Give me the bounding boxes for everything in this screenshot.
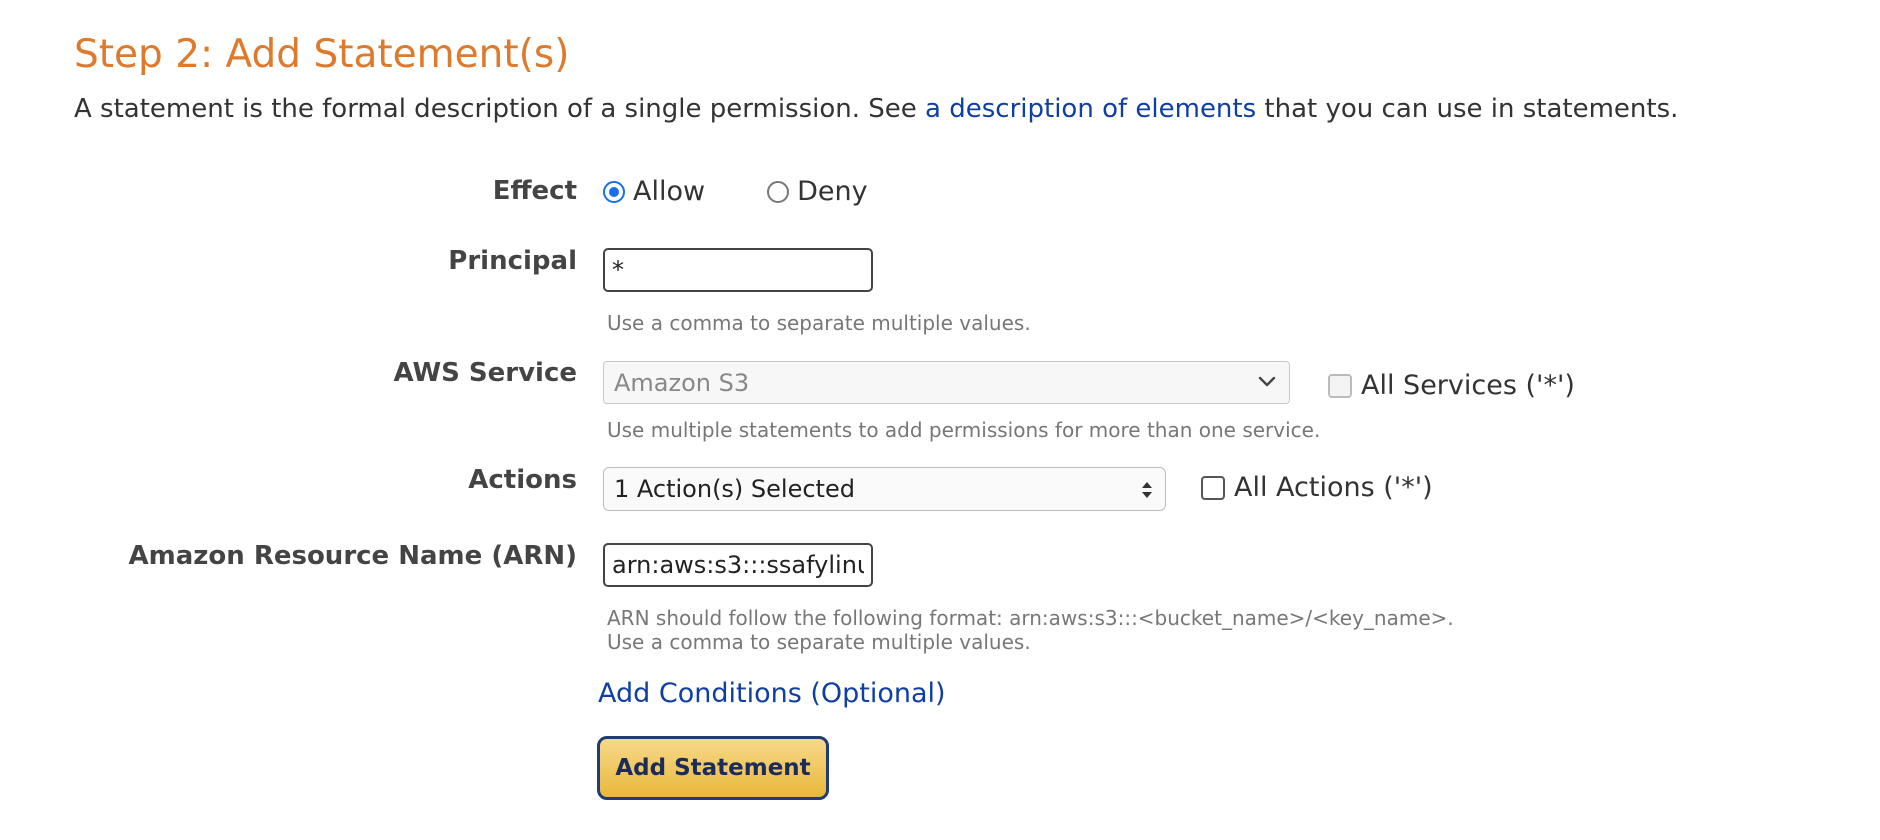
page-title: Step 2: Add Statement(s) xyxy=(74,32,570,77)
actions-label: Actions xyxy=(468,465,577,495)
arn-hint-format: ARN should follow the following format: … xyxy=(607,606,1454,630)
all-services-checkbox-row[interactable]: All Services ('*') xyxy=(1328,370,1575,401)
all-services-label[interactable]: All Services ('*') xyxy=(1361,370,1575,401)
add-statement-button[interactable]: Add Statement xyxy=(597,736,829,800)
effect-label: Effect xyxy=(492,176,577,206)
arn-label: Amazon Resource Name (ARN) xyxy=(128,541,578,571)
aws-service-hint: Use multiple statements to add permissio… xyxy=(607,418,1321,442)
effect-deny-radio[interactable] xyxy=(767,180,790,203)
effect-deny-label[interactable]: Deny xyxy=(797,176,868,207)
effect-allow-radio[interactable] xyxy=(603,180,625,203)
chevron-down-icon xyxy=(1258,376,1276,387)
aws-service-label: AWS Service xyxy=(393,358,578,388)
elements-description-link[interactable]: a description of elements xyxy=(925,94,1256,124)
aws-service-selected-value: Amazon S3 xyxy=(614,368,750,397)
all-actions-checkbox[interactable] xyxy=(1201,475,1225,500)
all-services-checkbox[interactable] xyxy=(1328,373,1352,398)
intro-text: A statement is the formal description of… xyxy=(74,94,1678,124)
arn-hint-comma: Use a comma to separate multiple values. xyxy=(607,630,1031,654)
effect-allow-label[interactable]: Allow xyxy=(633,176,705,207)
intro-text-before: A statement is the formal description of… xyxy=(74,94,926,124)
principal-input[interactable] xyxy=(603,248,873,292)
actions-selected-value: 1 Action(s) Selected xyxy=(614,475,855,503)
all-actions-label[interactable]: All Actions ('*') xyxy=(1234,472,1433,503)
principal-label: Principal xyxy=(448,246,577,276)
add-conditions-link[interactable]: Add Conditions (Optional) xyxy=(598,678,946,709)
policy-generator-step2: Step 2: Add Statement(s) A statement is … xyxy=(0,0,1880,840)
arn-input[interactable] xyxy=(603,543,873,587)
all-actions-checkbox-row[interactable]: All Actions ('*') xyxy=(1201,472,1433,503)
updown-arrows-icon xyxy=(1142,482,1152,498)
aws-service-select[interactable]: Amazon S3 xyxy=(603,361,1290,404)
effect-radio-group: Allow Deny xyxy=(603,176,868,207)
intro-text-after: that you can use in statements. xyxy=(1256,94,1679,124)
actions-select[interactable]: 1 Action(s) Selected xyxy=(603,467,1166,511)
principal-hint: Use a comma to separate multiple values. xyxy=(607,311,1031,335)
